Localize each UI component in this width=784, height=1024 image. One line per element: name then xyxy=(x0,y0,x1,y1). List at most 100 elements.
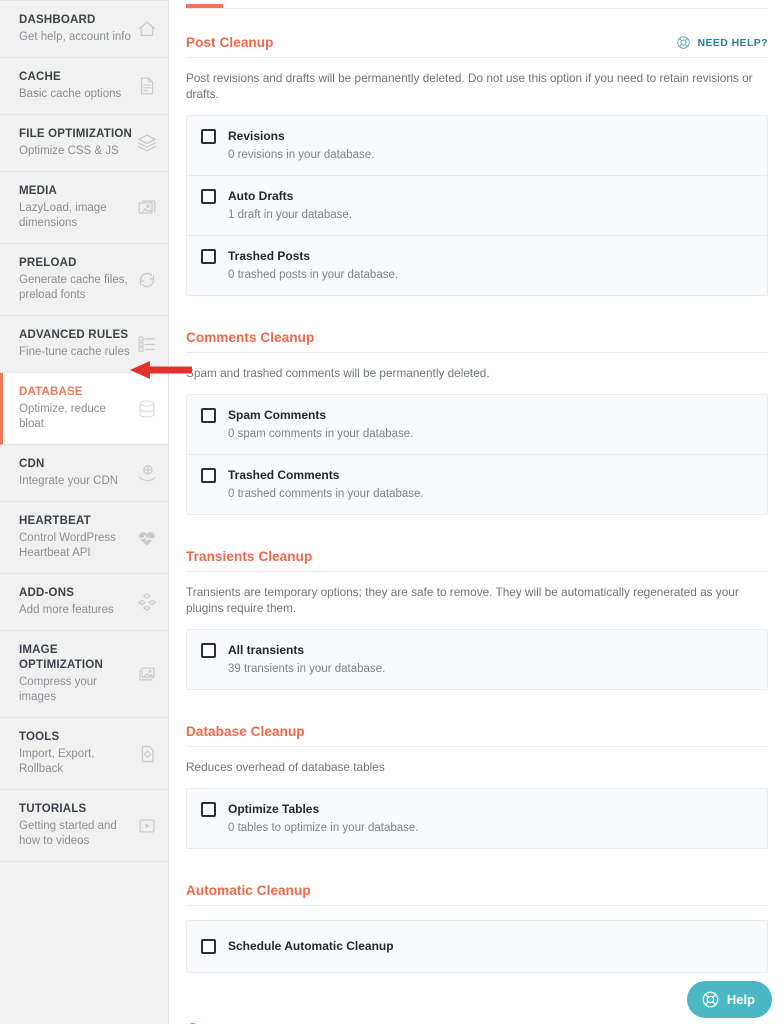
sidebar-item-subtitle: Optimize CSS & JS xyxy=(19,145,119,157)
option-label: All transients xyxy=(228,643,305,657)
option-count: 39 transients in your database. xyxy=(228,663,386,675)
section-description: Reduces overhead of database tables xyxy=(186,760,385,774)
option-line: Spam Comments xyxy=(201,407,753,423)
gear-page-icon xyxy=(134,741,160,767)
checkbox-all-transients[interactable] xyxy=(201,643,216,658)
option-count: 0 trashed comments in your database. xyxy=(228,488,424,500)
lifebuoy-icon xyxy=(677,36,691,49)
option-count: 0 revisions in your database. xyxy=(228,149,375,161)
help-widget-label: Help xyxy=(726,992,755,1007)
play-box-icon xyxy=(134,813,160,839)
option-row: Trashed Comments 0 trashed comments in yo… xyxy=(187,455,767,514)
section-title: Transients Cleanup xyxy=(186,549,313,564)
need-help-link[interactable]: NEED HELP? xyxy=(676,35,768,50)
sidebar-item-subtitle: Getting started and how to videos xyxy=(19,820,117,847)
lifebuoy-icon xyxy=(702,991,719,1008)
option-label: Schedule Automatic Cleanup xyxy=(228,939,394,953)
sidebar-item-image-optimization[interactable]: IMAGE OPTIMIZATION Compress your images xyxy=(0,631,168,718)
checkbox-trashed-comments[interactable] xyxy=(201,468,216,483)
sidebar-item-title: ADD-ONS xyxy=(19,587,75,599)
sidebar-item-title: DATABASE xyxy=(19,386,83,398)
checkbox-schedule-automatic-cleanup[interactable] xyxy=(201,939,216,954)
option-row: Trashed Posts 0 trashed posts in your dat… xyxy=(187,236,767,295)
sidebar-item-title: CACHE xyxy=(19,71,61,83)
sidebar-item-tutorials[interactable]: TUTORIALS Getting started and how to vide… xyxy=(0,790,168,862)
sidebar-item-title: IMAGE OPTIMIZATION xyxy=(19,644,103,671)
option-line: Trashed Comments xyxy=(201,467,753,483)
sidebar-item-preload[interactable]: PRELOAD Generate cache files, preload fon… xyxy=(0,244,168,316)
need-help-label: NEED HELP? xyxy=(697,36,768,49)
option-label: Trashed Comments xyxy=(228,468,340,482)
help-widget-button[interactable]: Help xyxy=(686,981,772,1018)
sidebar-item-cache[interactable]: CACHE Basic cache options xyxy=(0,58,168,115)
sidebar-item-subtitle: Generate cache files, preload fonts xyxy=(19,274,128,301)
section-header: Comments Cleanup xyxy=(186,330,768,353)
sidebar-item-database[interactable]: DATABASE Optimize, reduce bloat xyxy=(0,373,168,445)
sidebar-item-subtitle: Integrate your CDN xyxy=(19,475,119,487)
options-card: Spam Comments 0 spam comments in your dat… xyxy=(186,394,768,515)
option-count: 0 spam comments in your database. xyxy=(228,428,414,440)
main-content: Post Cleanup NEED HELP? Post revisions and… xyxy=(169,0,784,1024)
sidebar-item-add-ons[interactable]: ADD-ONS Add more features xyxy=(0,574,168,631)
sidebar-item-subtitle: Add more features xyxy=(19,604,114,616)
sidebar-item-title: FILE OPTIMIZATION xyxy=(19,128,133,140)
database-icon xyxy=(134,396,160,422)
section-title: Automatic Cleanup xyxy=(186,883,311,898)
sidebar-item-tools[interactable]: TOOLS Import, Export, Rollback xyxy=(0,718,168,790)
section-header: Database Cleanup xyxy=(186,724,768,747)
sidebar-item-title: TOOLS xyxy=(19,731,60,743)
checkbox-auto-drafts[interactable] xyxy=(201,189,216,204)
sidebar-item-title: CDN xyxy=(19,458,45,470)
checkbox-revisions[interactable] xyxy=(201,129,216,144)
option-label: Optimize Tables xyxy=(228,802,320,816)
wp-rocket-settings-screen: DASHBOARD Get help, account info CACHE Basi… xyxy=(0,0,784,1024)
option-label: Auto Drafts xyxy=(228,189,294,203)
tab-active-indicator xyxy=(186,4,223,8)
settings-sections: Post Cleanup NEED HELP? Post revisions and… xyxy=(186,9,768,1007)
checkbox-spam-comments[interactable] xyxy=(201,408,216,423)
section-header: Transients Cleanup xyxy=(186,549,768,572)
sidebar-item-title: PRELOAD xyxy=(19,257,77,269)
options-card: Revisions 0 revisions in your database. Au… xyxy=(186,115,768,296)
sidebar-item-subtitle: Get help, account info xyxy=(19,31,131,43)
checkbox-trashed-posts[interactable] xyxy=(201,249,216,264)
option-label: Spam Comments xyxy=(228,408,327,422)
option-line: All transients xyxy=(201,642,753,658)
heart-pulse-icon xyxy=(134,525,160,551)
section-description: Spam and trashed comments will be perman… xyxy=(186,366,490,380)
sidebar-item-file-optimization[interactable]: FILE OPTIMIZATION Optimize CSS & JS xyxy=(0,115,168,172)
sidebar-item-media[interactable]: MEDIA LazyLoad, image dimensions xyxy=(0,172,168,244)
checkbox-optimize-tables[interactable] xyxy=(201,802,216,817)
sidebar-navigation: DASHBOARD Get help, account info CACHE Basi… xyxy=(0,0,169,1024)
sidebar-item-heartbeat[interactable]: HEARTBEAT Control WordPress Heartbeat API xyxy=(0,502,168,574)
section-description: Post revisions and drafts will be perman… xyxy=(186,71,753,101)
option-count: 0 tables to optimize in your database. xyxy=(228,822,419,834)
option-count: 1 draft in your database. xyxy=(228,209,353,221)
section-header: Post Cleanup NEED HELP? xyxy=(186,35,768,58)
section-description: Transients are temporary options; they a… xyxy=(186,585,739,615)
home-icon xyxy=(134,16,160,42)
section-title: Comments Cleanup xyxy=(186,330,315,345)
options-card: All transients 39 transients in your data… xyxy=(186,629,768,690)
option-row: All transients 39 transients in your data… xyxy=(187,630,767,689)
sidebar-item-title: ADVANCED RULES xyxy=(19,329,129,341)
option-count: 0 trashed posts in your database. xyxy=(228,269,399,281)
refresh-icon xyxy=(134,267,160,293)
sidebar-item-subtitle: Import, Export, Rollback xyxy=(19,748,95,775)
section-database-cleanup: Database Cleanup Reduces overhead of data… xyxy=(186,724,768,883)
option-row: Schedule Automatic Cleanup xyxy=(187,921,767,972)
section-automatic-cleanup: Automatic Cleanup Schedule Automatic Clea… xyxy=(186,883,768,1007)
sidebar-item-advanced-rules[interactable]: ADVANCED RULES Fine-tune cache rules xyxy=(0,316,168,373)
options-card: Schedule Automatic Cleanup xyxy=(186,920,768,973)
sidebar-item-cdn[interactable]: CDN Integrate your CDN xyxy=(0,445,168,502)
option-row: Auto Drafts 1 draft in your database. xyxy=(187,176,767,236)
sidebar-item-title: MEDIA xyxy=(19,185,58,197)
section-transients-cleanup: Transients Cleanup Transients are tempora… xyxy=(186,549,768,724)
sidebar-item-dashboard[interactable]: DASHBOARD Get help, account info xyxy=(0,0,168,58)
